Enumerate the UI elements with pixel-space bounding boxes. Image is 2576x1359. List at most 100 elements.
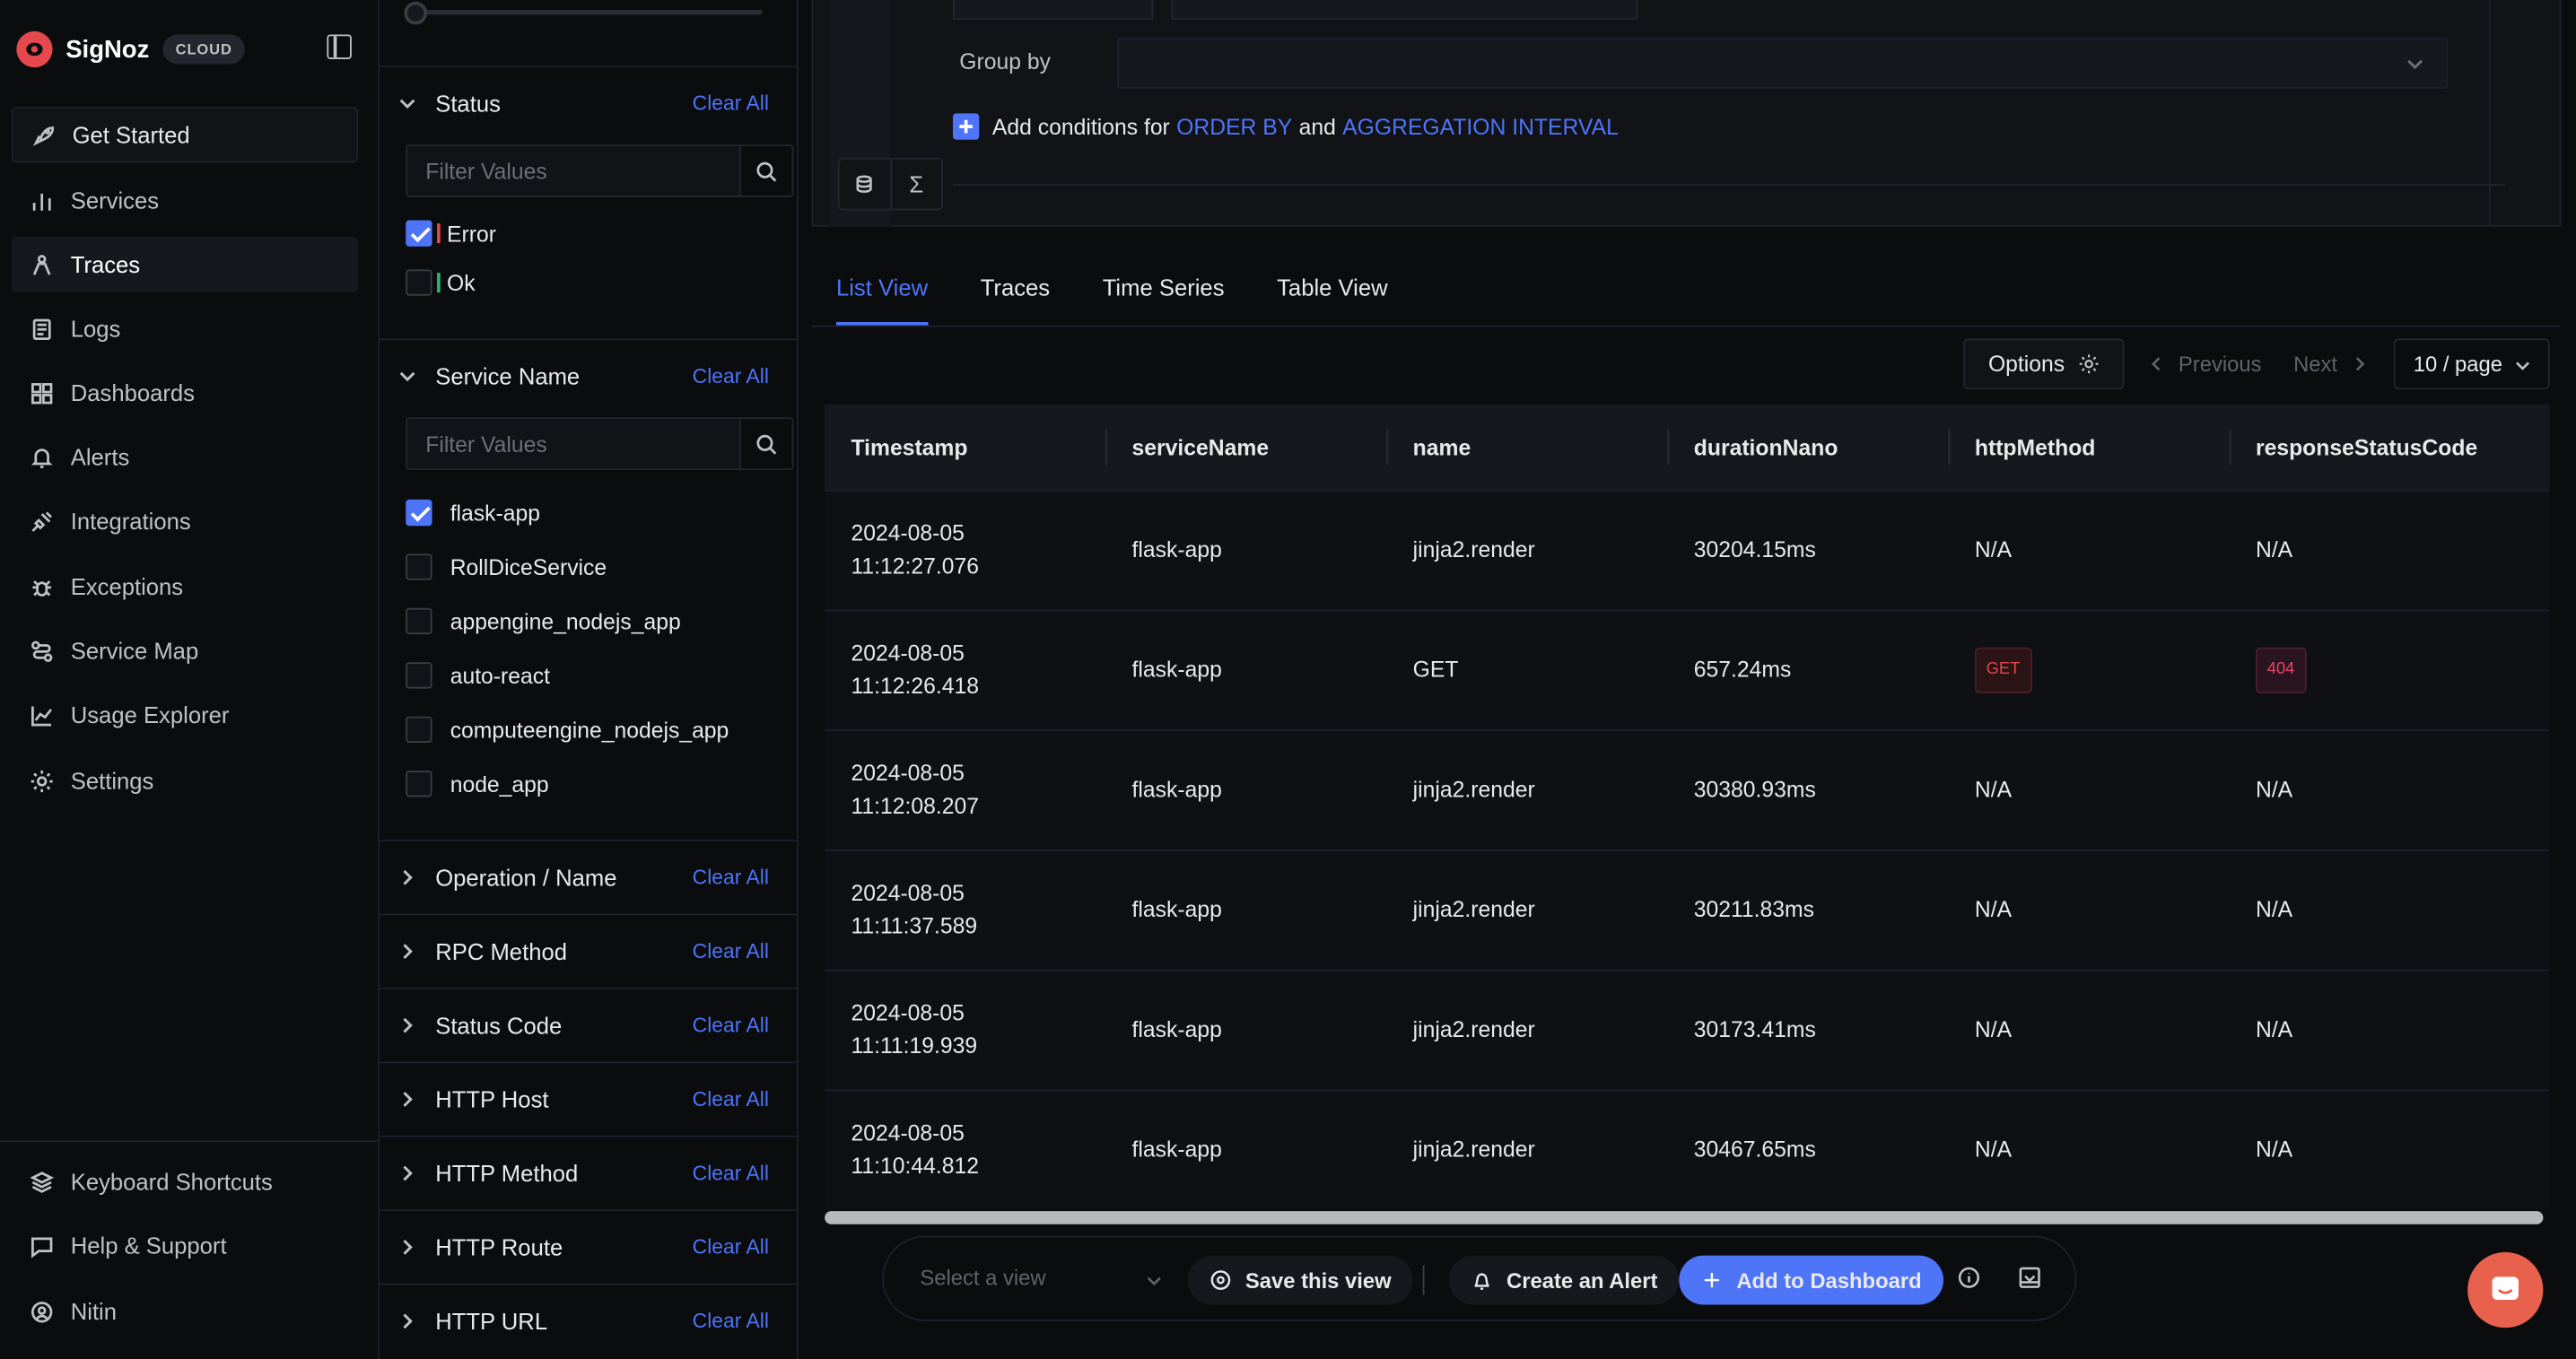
group-by-select[interactable] — [1117, 38, 2449, 89]
sidebar-collapse-icon[interactable] — [327, 34, 352, 59]
sidebar-item-exceptions[interactable]: Exceptions — [12, 559, 358, 614]
clear-all-link[interactable]: Clear All — [693, 1236, 769, 1259]
add-formula-button[interactable]: Σ — [889, 159, 941, 209]
plus-icon[interactable] — [952, 113, 980, 140]
sidebar-item-help-support[interactable]: Help & Support — [12, 1217, 358, 1273]
clear-all-link[interactable]: Clear All — [693, 92, 769, 116]
status-option-ok[interactable]: Ok — [406, 266, 476, 300]
checkbox[interactable] — [406, 220, 432, 247]
search-button[interactable] — [738, 419, 792, 469]
filter-http-url-header[interactable]: HTTP URL Clear All — [380, 1285, 797, 1358]
search-button[interactable] — [738, 146, 792, 196]
tab-list-view[interactable]: List View — [835, 263, 928, 326]
duration-slider-thumb[interactable] — [404, 1, 428, 25]
clear-all-link[interactable]: Clear All — [693, 866, 769, 889]
sidebar-item-logs[interactable]: Logs — [12, 301, 358, 356]
page-size-select[interactable]: 10 / page — [2393, 338, 2550, 390]
aggregation-interval-link[interactable]: AGGREGATION INTERVAL — [1342, 114, 1619, 138]
service-option[interactable]: RollDiceService — [406, 551, 607, 584]
filter-service-name-header[interactable]: Service Name Clear All — [380, 340, 797, 413]
brand[interactable]: SigNoz CLOUD — [16, 30, 246, 69]
checkbox[interactable] — [406, 662, 432, 689]
duration-cell: 30380.93ms — [1693, 777, 1816, 802]
sidebar-item-traces[interactable]: Traces — [11, 236, 359, 293]
sidebar-item-alerts[interactable]: Alerts — [12, 429, 358, 484]
tab-time-series[interactable]: Time Series — [1103, 263, 1225, 326]
info-icon[interactable] — [1957, 1266, 1983, 1292]
create-alert-button[interactable]: Create an Alert — [1448, 1255, 1680, 1305]
clear-all-link[interactable]: Clear All — [693, 1310, 769, 1333]
collapse-panel-icon[interactable] — [2017, 1266, 2043, 1292]
filter-status-code-header[interactable]: Status Code Clear All — [380, 989, 797, 1062]
name-cell: jinja2.render — [1412, 537, 1535, 562]
table-row[interactable]: 2024-08-05 11:12:27.076 flask-app jinja2.… — [825, 489, 2550, 610]
add-conditions[interactable]: Add conditions for ORDER BY and AGGREGAT… — [952, 113, 1625, 140]
table-row[interactable]: 2024-08-05 11:11:19.939 flask-app jinja2.… — [825, 969, 2550, 1090]
checkbox[interactable] — [406, 716, 432, 744]
column-header[interactable]: serviceName — [1105, 405, 1386, 490]
column-header[interactable]: Timestamp — [825, 405, 1105, 490]
table-row[interactable]: 2024-08-05 11:12:08.207 flask-app jinja2.… — [825, 729, 2550, 850]
previous-button[interactable]: Previous — [2149, 338, 2262, 389]
sidebar-item-keyboard-shortcuts[interactable]: Keyboard Shortcuts — [12, 1154, 358, 1209]
save-view-button[interactable]: Save this view — [1187, 1255, 1413, 1305]
table-row[interactable]: 2024-08-05 11:12:26.418 flask-app GET 657… — [825, 609, 2550, 730]
service-option[interactable]: flask-app — [406, 496, 540, 529]
checkbox[interactable] — [406, 771, 432, 797]
service-option[interactable]: auto-react — [406, 659, 550, 693]
table-row[interactable]: 2024-08-05 11:11:37.589 flask-app jinja2.… — [825, 849, 2550, 970]
filter-rpc-method-header[interactable]: RPC Method Clear All — [380, 915, 797, 988]
column-header[interactable]: name — [1386, 405, 1667, 490]
service-option[interactable]: appengine_nodejs_app — [406, 605, 681, 638]
sidebar-item-usage-explorer[interactable]: Usage Explorer — [12, 687, 358, 743]
duration-slider-track[interactable] — [410, 9, 763, 15]
sidebar-item-integrations[interactable]: Integrations — [12, 493, 358, 549]
clear-all-link[interactable]: Clear All — [693, 365, 769, 388]
next-button[interactable]: Next — [2293, 338, 2367, 389]
sidebar-item-service-map[interactable]: Service Map — [12, 623, 358, 678]
add-to-dashboard-button[interactable]: Add to Dashboard — [1679, 1255, 1943, 1305]
horizontal-scrollbar[interactable] — [825, 1211, 2544, 1224]
filter-values-input[interactable] — [407, 419, 739, 469]
chat-support-button[interactable] — [2467, 1251, 2544, 1329]
checkbox[interactable] — [406, 499, 432, 527]
clear-all-link[interactable]: Clear All — [693, 1088, 769, 1111]
column-header[interactable]: httpMethod — [1948, 405, 2230, 490]
clear-all-link[interactable]: Clear All — [693, 1014, 769, 1037]
column-header[interactable]: responseStatusCode — [2229, 405, 2550, 490]
status-option-error[interactable]: Error — [406, 217, 496, 250]
checkbox[interactable] — [406, 607, 432, 635]
scrollbar-thumb[interactable] — [825, 1211, 2544, 1224]
message-icon — [28, 1233, 54, 1259]
tab-table-view[interactable]: Table View — [1277, 263, 1388, 326]
select-view-dropdown[interactable]: Select a view — [920, 1266, 1166, 1290]
table-row[interactable]: 2024-08-05 11:10:44.812 flask-app jinja2.… — [825, 1089, 2550, 1210]
filter-status-header[interactable]: Status Clear All — [380, 67, 797, 140]
order-by-link[interactable]: ORDER BY — [1176, 114, 1292, 138]
column-header[interactable]: durationNano — [1667, 405, 1948, 490]
timestamp-time: 11:12:26.418 — [851, 674, 979, 699]
aggregate-attribute-input[interactable] — [1171, 0, 1638, 20]
filter-operation-name-header[interactable]: Operation / Name Clear All — [380, 841, 797, 914]
filter-http-route-header[interactable]: HTTP Route Clear All — [380, 1211, 797, 1284]
sidebar-item-user[interactable]: Nitin — [12, 1284, 358, 1339]
checkbox[interactable] — [406, 553, 432, 580]
service-option[interactable]: computeengine_nodejs_app — [406, 713, 729, 746]
having-select[interactable] — [952, 0, 1154, 20]
clear-all-link[interactable]: Clear All — [693, 1162, 769, 1185]
timestamp-time: 11:12:08.207 — [851, 793, 979, 819]
sidebar-item-settings[interactable]: Settings — [12, 753, 358, 808]
sidebar-item-services[interactable]: Services — [12, 172, 358, 228]
add-query-button[interactable] — [840, 160, 890, 209]
filter-http-host-header[interactable]: HTTP Host Clear All — [380, 1063, 797, 1136]
checkbox[interactable] — [406, 269, 432, 296]
service-option[interactable]: node_app — [406, 767, 549, 800]
tab-traces[interactable]: Traces — [981, 263, 1050, 326]
options-button[interactable]: Options — [1963, 338, 2125, 390]
clear-all-link[interactable]: Clear All — [693, 940, 769, 963]
sidebar-item-get-started[interactable]: Get Started — [11, 107, 359, 163]
filter-http-method-header[interactable]: HTTP Method Clear All — [380, 1137, 797, 1210]
duration-cell: 30173.41ms — [1693, 1016, 1816, 1042]
sidebar-item-dashboards[interactable]: Dashboards — [12, 365, 358, 421]
filter-values-input[interactable] — [407, 146, 739, 196]
